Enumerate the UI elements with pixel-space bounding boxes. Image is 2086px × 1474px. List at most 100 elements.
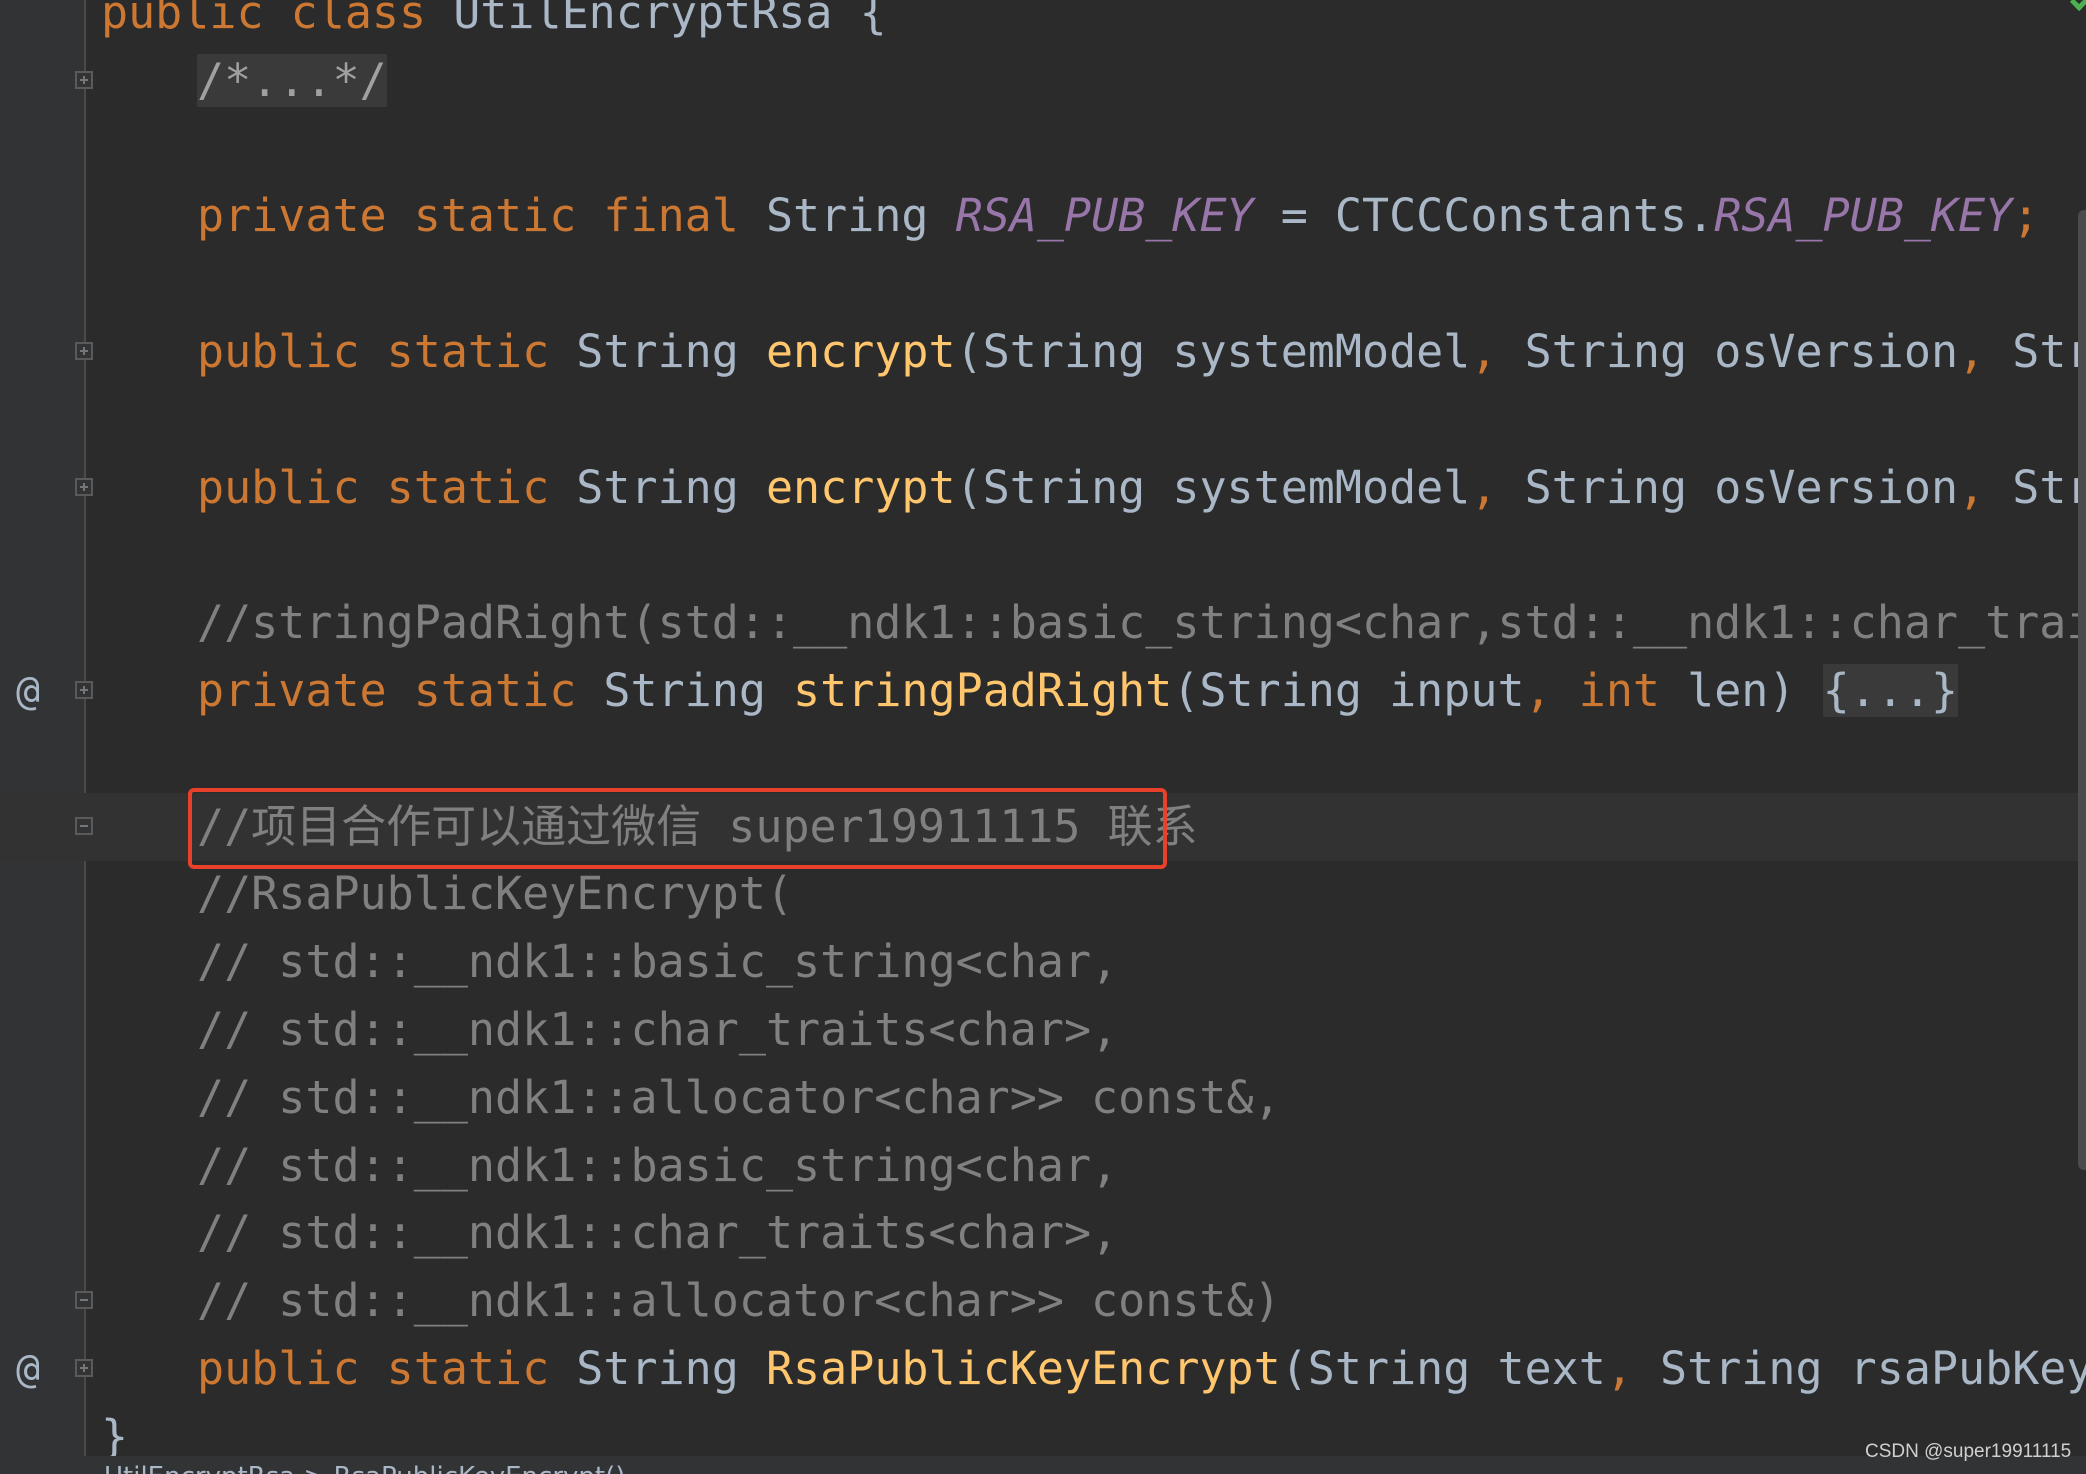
code-token: String devic: [2012, 460, 2086, 514]
code-line[interactable]: public static String encrypt(String syst…: [0, 454, 2086, 522]
watermark: CSDN @super19911115: [1865, 1441, 2072, 1462]
code-token: RSA_PUB_KEY: [1714, 189, 2013, 243]
folded-region[interactable]: {...}: [1822, 664, 1959, 717]
code-token: public class: [101, 0, 454, 39]
fold-expand-icon[interactable]: [75, 1359, 93, 1377]
fold-collapse-icon[interactable]: [75, 1291, 93, 1310]
vertical-scrollbar[interactable]: [2078, 210, 2086, 1170]
code-line[interactable]: [0, 521, 2086, 589]
code-token: String: [765, 189, 956, 243]
code-line[interactable]: // std::__ndk1::basic_string<char,: [0, 928, 2086, 996]
code-line[interactable]: /*...*/: [0, 47, 2086, 115]
code-token: String devic: [2012, 325, 2086, 378]
code-token: String: [576, 460, 766, 514]
code-token: //stringPadRight(std::__ndk1::basic_stri…: [197, 596, 2086, 650]
breadcrumb-bar: UtilEncryptRsa > RsaPublicKeyEncrypt(): [0, 1456, 2086, 1474]
code-text: private static final String RSA_PUB_KEY …: [197, 182, 2039, 250]
code-line[interactable]: }: [0, 1403, 2086, 1456]
code-token: // std::__ndk1::basic_string<char,: [197, 1138, 1119, 1192]
code-token: ;: [2012, 189, 2040, 243]
code-token: String: [576, 1342, 766, 1395]
code-text: // std::__ndk1::allocator<char>> const&): [197, 1267, 1281, 1335]
code-text: // std::__ndk1::allocator<char>> const&,: [197, 1064, 1281, 1132]
code-text: //RsaPublicKeyEncrypt(: [197, 860, 793, 928]
code-text: //stringPadRight(std::__ndk1::basic_stri…: [197, 589, 2086, 657]
code-token: String rsaPubKey): [1660, 1342, 2086, 1395]
code-token: len): [1687, 664, 1823, 717]
fold-expand-icon[interactable]: [75, 70, 93, 89]
code-token: stringPadRight: [793, 664, 1173, 717]
folded-region[interactable]: /*...*/: [197, 53, 387, 107]
code-line[interactable]: // std::__ndk1::basic_string<char,: [0, 1132, 2086, 1200]
code-text: // std::__ndk1::basic_string<char,: [197, 928, 1118, 996]
code-token: public static: [197, 325, 577, 378]
code-token: // std::__ndk1::char_traits<char>,: [197, 1206, 1119, 1260]
code-token: //RsaPublicKeyEncrypt(: [197, 867, 794, 921]
code-line[interactable]: [0, 115, 2086, 183]
code-token: private static: [197, 664, 604, 717]
fold-expand-icon[interactable]: [75, 477, 93, 496]
code-token: (String systemModel: [955, 460, 1471, 514]
code-token: RsaPublicKeyEncrypt: [765, 1342, 1281, 1395]
fold-expand-icon[interactable]: [75, 681, 93, 699]
code-line[interactable]: // std::__ndk1::char_traits<char>,: [0, 1199, 2086, 1267]
code-token: ,: [1958, 325, 2013, 378]
highlight-box: [188, 788, 1167, 869]
code-line[interactable]: public class UtilEncryptRsa {: [0, 0, 2086, 47]
code-line[interactable]: //RsaPublicKeyEncrypt(: [0, 860, 2086, 928]
code-text: public static String encrypt(String syst…: [197, 454, 2086, 522]
code-token: public static: [197, 460, 577, 514]
fold-expand-icon[interactable]: [75, 342, 93, 360]
code-line[interactable]: @ public static String RsaPublicKeyEncryp…: [0, 1335, 2086, 1403]
override-marker-icon[interactable]: @: [16, 1335, 40, 1403]
code-text: /*...*/: [197, 47, 387, 115]
breadcrumb[interactable]: UtilEncryptRsa > RsaPublicKeyEncrypt(): [104, 1462, 625, 1474]
code-line[interactable]: private static final String RSA_PUB_KEY …: [0, 182, 2086, 250]
code-text: // std::__ndk1::char_traits<char>,: [197, 1199, 1118, 1267]
code-token: ,: [1524, 664, 1579, 717]
code-token: UtilEncryptRsa {: [453, 0, 887, 39]
code-line[interactable]: public static String encrypt(String syst…: [0, 318, 2086, 386]
code-token: ,: [1958, 460, 2013, 514]
code-token: encrypt: [765, 460, 956, 514]
code-text: public static String RsaPublicKeyEncrypt…: [197, 1335, 2086, 1403]
code-token: // std::__ndk1::allocator<char>> const&): [197, 1274, 1281, 1328]
code-token: private static final: [197, 189, 766, 243]
code-line[interactable]: @ private static String stringPadRight(St…: [0, 657, 2086, 725]
code-line[interactable]: //stringPadRight(std::__ndk1::basic_stri…: [0, 589, 2086, 657]
code-token: ,: [1470, 325, 1525, 378]
code-token: String osVersion: [1524, 325, 1959, 378]
code-token: (String input: [1172, 664, 1525, 717]
fold-collapse-icon[interactable]: [75, 816, 93, 835]
code-token: int: [1578, 664, 1688, 717]
code-line[interactable]: // std::__ndk1::allocator<char>> const&): [0, 1267, 2086, 1335]
code-token: String: [603, 664, 794, 717]
code-line[interactable]: [0, 250, 2086, 318]
code-text: // std::__ndk1::basic_string<char,: [197, 1132, 1118, 1200]
code-token: String osVersion: [1524, 460, 1959, 514]
code-text: }: [101, 1403, 128, 1456]
code-line[interactable]: // std::__ndk1::allocator<char>> const&,: [0, 1064, 2086, 1132]
override-marker-icon[interactable]: @: [16, 657, 40, 725]
code-text: public class UtilEncryptRsa {: [101, 0, 887, 47]
code-token: encrypt: [765, 325, 956, 378]
code-text: private static String stringPadRight(Str…: [197, 657, 1959, 725]
code-token: (String text: [1280, 1342, 1606, 1395]
code-token: public static: [197, 1342, 577, 1395]
code-token: RSA_PUB_KEY: [955, 189, 1254, 243]
code-token: ,: [1470, 460, 1525, 514]
code-line[interactable]: [0, 725, 2086, 793]
code-token: (String systemModel: [955, 325, 1471, 378]
code-text: public static String encrypt(String syst…: [197, 318, 2086, 386]
code-token: // std::__ndk1::allocator<char>> const&,: [197, 1070, 1281, 1124]
code-line[interactable]: // std::__ndk1::char_traits<char>,: [0, 996, 2086, 1064]
code-line[interactable]: [0, 386, 2086, 454]
code-text: // std::__ndk1::char_traits<char>,: [197, 996, 1118, 1064]
code-token: = CTCCConstants.: [1253, 189, 1715, 243]
code-editor[interactable]: public class UtilEncryptRsa { /*...*/ priv…: [0, 0, 2086, 1456]
code-token: // std::__ndk1::basic_string<char,: [197, 935, 1119, 989]
code-token: // std::__ndk1::char_traits<char>,: [197, 1003, 1119, 1056]
code-token: String: [576, 325, 766, 378]
code-token: ,: [1605, 1342, 1661, 1395]
code-token: }: [101, 1409, 129, 1456]
